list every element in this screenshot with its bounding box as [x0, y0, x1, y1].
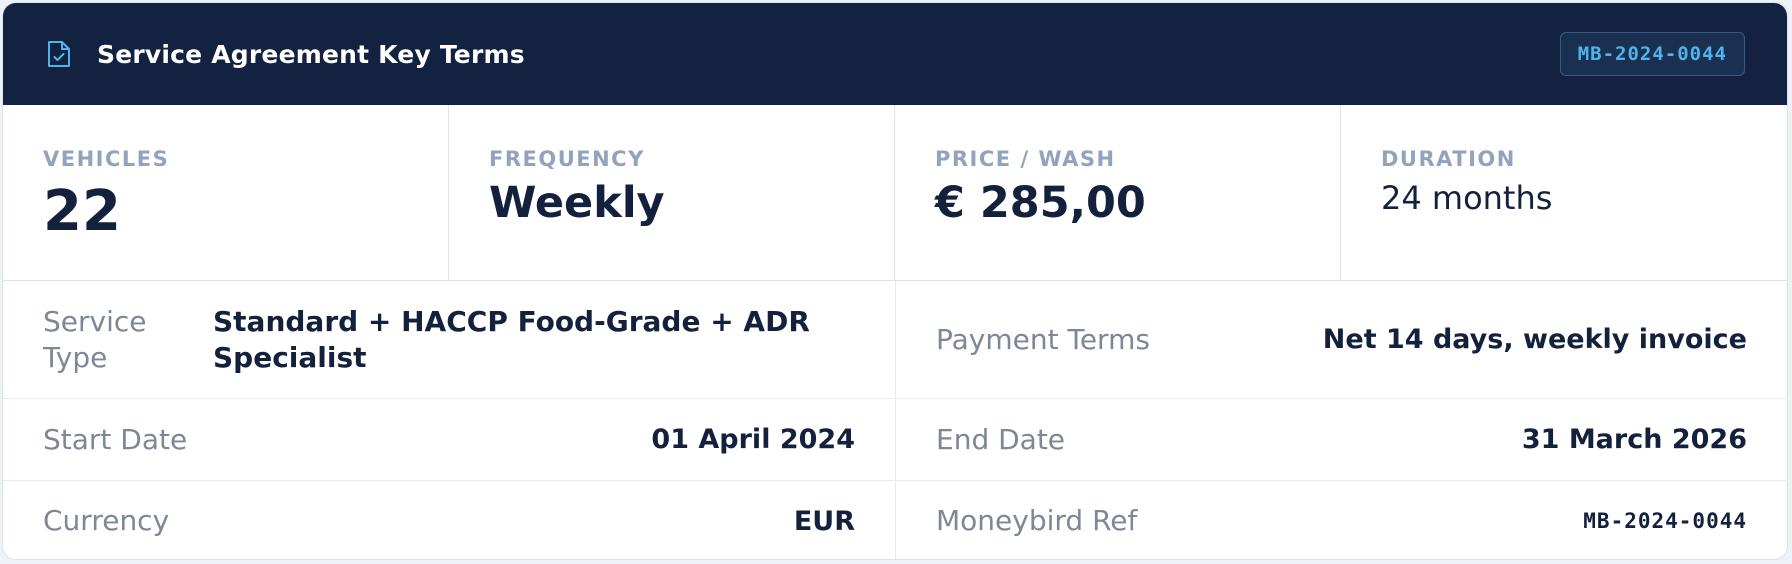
details-grid: Service Type Standard + HACCP Food-Grade…	[3, 281, 1787, 559]
detail-value: Net 14 days, weekly invoice	[1322, 324, 1747, 355]
detail-label: Moneybird Ref	[936, 504, 1138, 537]
detail-end-date: End Date 31 March 2026	[896, 399, 1787, 481]
stat-value: 22	[43, 179, 121, 244]
detail-value: 31 March 2026	[1521, 424, 1747, 455]
stat-duration: DURATION 24 months	[1341, 105, 1787, 280]
detail-label: Service Type	[43, 304, 147, 374]
detail-label: Currency	[43, 504, 170, 537]
detail-value: MB-2024-0044	[1583, 509, 1747, 533]
stat-price-per-wash: PRICE / WASH € 285,00	[895, 105, 1341, 280]
stat-label: FREQUENCY	[489, 147, 645, 171]
stat-vehicles: VEHICLES 22	[3, 105, 449, 280]
stats-row: VEHICLES 22 FREQUENCY Weekly PRICE / WAS…	[3, 105, 1787, 281]
detail-service-type: Service Type Standard + HACCP Food-Grade…	[3, 281, 896, 399]
stat-label: PRICE / WASH	[935, 147, 1116, 171]
stat-label: VEHICLES	[43, 147, 170, 171]
stat-value: 24 months	[1381, 179, 1553, 217]
stat-value: € 285,00	[935, 178, 1146, 228]
stat-value: Weekly	[489, 178, 665, 228]
detail-value: EUR	[793, 505, 855, 537]
stat-label: DURATION	[1381, 147, 1516, 171]
key-terms-card: Service Agreement Key Terms MB-2024-0044…	[2, 2, 1788, 560]
detail-payment-terms: Payment Terms Net 14 days, weekly invoic…	[896, 281, 1787, 399]
detail-moneybird-ref: Moneybird Ref MB-2024-0044	[896, 481, 1787, 559]
detail-label: Start Date	[43, 422, 188, 456]
card-header: Service Agreement Key Terms MB-2024-0044	[3, 3, 1787, 105]
stat-frequency: FREQUENCY Weekly	[449, 105, 895, 280]
detail-value: 01 April 2024	[651, 424, 855, 455]
card-title: Service Agreement Key Terms	[97, 39, 525, 69]
document-check-icon	[43, 37, 75, 71]
reference-badge: MB-2024-0044	[1559, 32, 1745, 76]
detail-label: Payment Terms	[936, 322, 1150, 356]
detail-currency: Currency EUR	[3, 481, 896, 559]
detail-start-date: Start Date 01 April 2024	[3, 399, 896, 481]
detail-label: End Date	[936, 422, 1066, 456]
detail-value: Standard + HACCP Food-Grade + ADR Specia…	[213, 304, 810, 374]
